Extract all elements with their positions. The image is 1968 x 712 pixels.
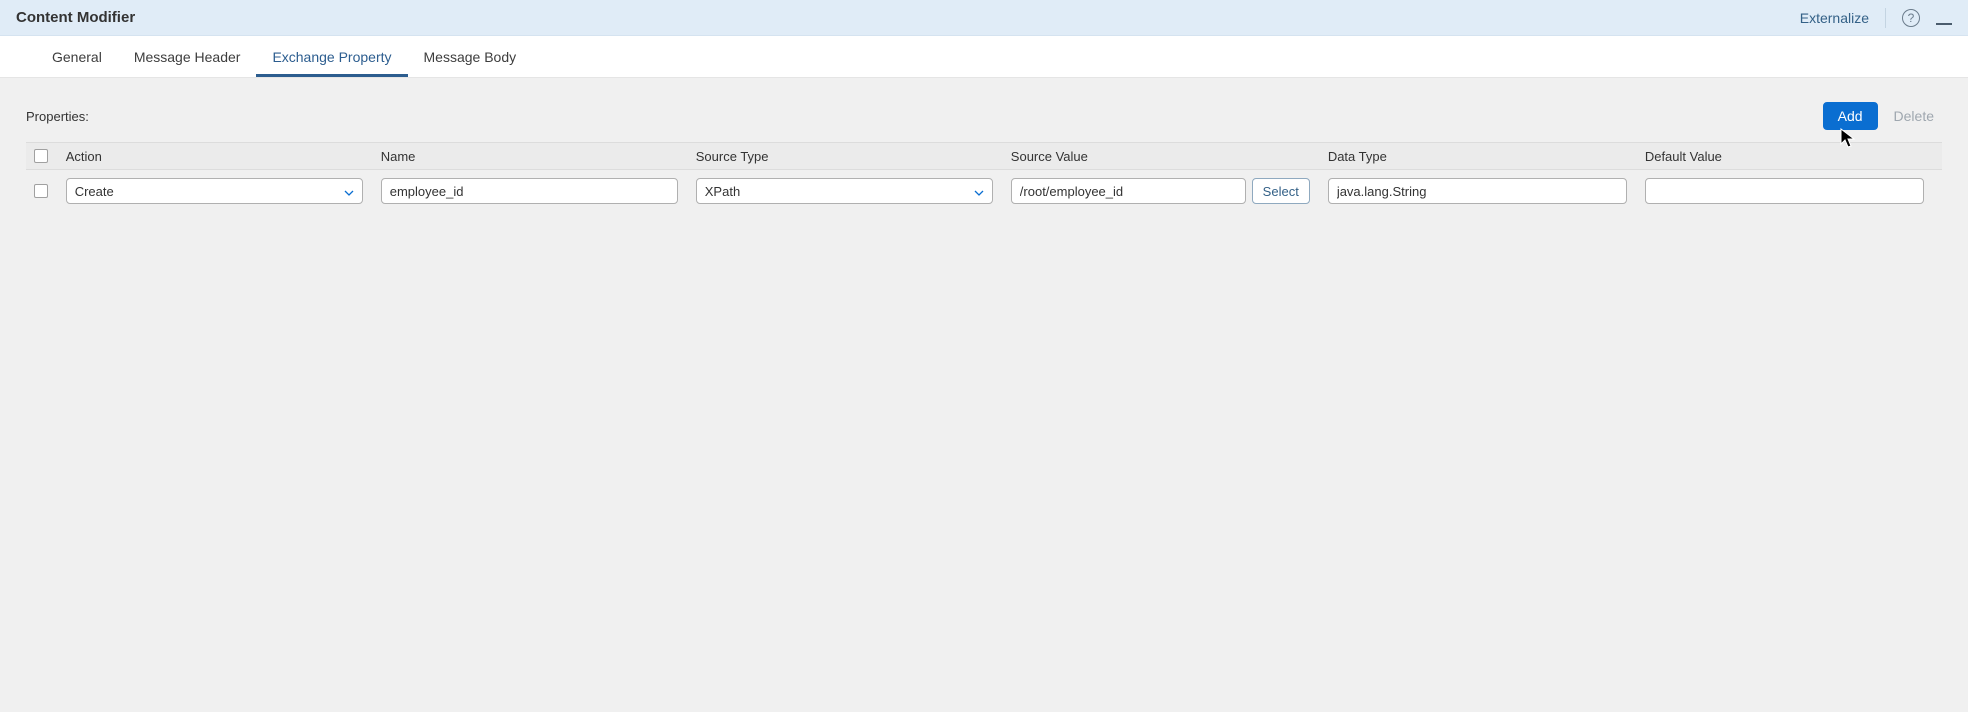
help-icon[interactable]: ? bbox=[1902, 9, 1920, 27]
data-type-input[interactable] bbox=[1328, 178, 1627, 204]
delete-button[interactable]: Delete bbox=[1886, 103, 1942, 129]
properties-buttons: Add Delete bbox=[1823, 102, 1942, 130]
column-header-default-value: Default Value bbox=[1645, 149, 1942, 164]
column-header-name: Name bbox=[381, 149, 696, 164]
properties-label: Properties: bbox=[26, 109, 89, 124]
page-title: Content Modifier bbox=[16, 9, 135, 26]
select-all-checkbox[interactable] bbox=[34, 149, 48, 163]
add-button[interactable]: Add bbox=[1823, 102, 1878, 130]
minimize-icon[interactable] bbox=[1936, 23, 1952, 25]
title-bar: Content Modifier Externalize ? bbox=[0, 0, 1968, 36]
tab-general[interactable]: General bbox=[36, 36, 118, 77]
table-row: Create XPath bbox=[26, 170, 1942, 212]
column-header-source-value: Source Value bbox=[1011, 149, 1328, 164]
source-type-select[interactable]: XPath bbox=[696, 178, 993, 204]
source-value-input[interactable] bbox=[1011, 178, 1246, 204]
separator bbox=[1885, 8, 1886, 28]
action-select-value: Create bbox=[75, 184, 114, 199]
title-actions: Externalize ? bbox=[1800, 8, 1952, 28]
action-select[interactable]: Create bbox=[66, 178, 363, 204]
row-checkbox[interactable] bbox=[34, 184, 48, 198]
tab-exchange-property[interactable]: Exchange Property bbox=[256, 36, 407, 77]
select-button[interactable]: Select bbox=[1252, 178, 1310, 204]
column-header-action: Action bbox=[66, 149, 381, 164]
chevron-down-icon bbox=[974, 184, 984, 199]
tab-message-header[interactable]: Message Header bbox=[118, 36, 257, 77]
name-input[interactable] bbox=[381, 178, 678, 204]
source-type-select-value: XPath bbox=[705, 184, 740, 199]
default-value-input[interactable] bbox=[1645, 178, 1924, 204]
chevron-down-icon bbox=[344, 184, 354, 199]
content-area: Properties: Add Delete Action Name Sourc… bbox=[0, 78, 1968, 236]
tab-bar: General Message Header Exchange Property… bbox=[0, 36, 1968, 78]
properties-table: Action Name Source Type Source Value Dat… bbox=[26, 142, 1942, 212]
externalize-link[interactable]: Externalize bbox=[1800, 10, 1869, 26]
tab-message-body[interactable]: Message Body bbox=[408, 36, 533, 77]
column-header-data-type: Data Type bbox=[1328, 149, 1645, 164]
properties-header: Properties: Add Delete bbox=[26, 102, 1942, 130]
column-header-source-type: Source Type bbox=[696, 149, 1011, 164]
table-header-row: Action Name Source Type Source Value Dat… bbox=[26, 142, 1942, 170]
